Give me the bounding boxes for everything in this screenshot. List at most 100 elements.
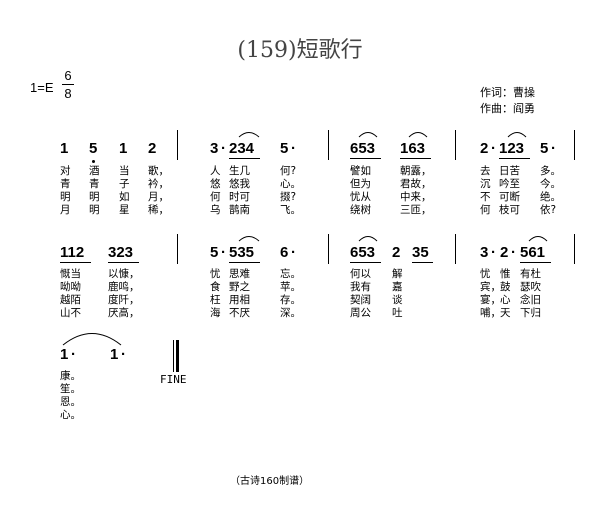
- lyric: 鹊南: [229, 204, 250, 216]
- lyric: 如: [119, 191, 130, 203]
- lyric: 天: [500, 307, 511, 319]
- lyric: 明: [89, 204, 100, 216]
- note: 1: [110, 346, 119, 363]
- barline: [328, 130, 329, 160]
- lyric: 心: [500, 294, 511, 306]
- time-signature-divider: [62, 84, 74, 85]
- lyric: 鹿鸣，: [108, 281, 140, 293]
- lyric: 谈: [392, 294, 403, 306]
- slur: [358, 236, 378, 242]
- lyric: 时可: [229, 191, 250, 203]
- lyric: 存。: [280, 294, 301, 306]
- dot-symbol: ·: [511, 244, 516, 261]
- dot-symbol: ·: [221, 140, 226, 157]
- lyric: 心。: [60, 409, 81, 421]
- lyric: 不厌: [229, 307, 250, 319]
- lyric: 绕树: [350, 204, 371, 216]
- lyric: 枝可: [499, 204, 520, 216]
- lyric: 忧从: [350, 191, 371, 203]
- lyric: 譬如: [350, 165, 371, 177]
- lyric: 日苦: [499, 165, 520, 177]
- note: 2: [148, 140, 157, 157]
- lyric: 周公: [350, 307, 371, 319]
- slur: [238, 132, 260, 138]
- lyric: 海: [210, 307, 221, 319]
- beam-line: [412, 262, 433, 263]
- lyric: 不: [480, 191, 491, 203]
- lyric: 惟: [500, 268, 511, 280]
- slur: [408, 132, 428, 138]
- lyric: 我有: [350, 281, 371, 293]
- note: 5: [210, 244, 219, 261]
- lyric: 有杜: [520, 268, 541, 280]
- note-group: 163: [400, 140, 426, 157]
- beam-line: [350, 158, 381, 159]
- lyric: 何?: [280, 165, 297, 177]
- lyric: 君故，: [400, 178, 432, 190]
- beam-line: [229, 262, 260, 263]
- lyric: 但为: [350, 178, 371, 190]
- lyric: 恩。: [60, 396, 81, 408]
- note-group: 123: [499, 140, 525, 157]
- beam-line: [400, 158, 431, 159]
- dot-symbol: ·: [71, 346, 76, 363]
- lyric: 吐: [392, 307, 403, 319]
- note: 1: [60, 140, 69, 157]
- dot-symbol: ·: [291, 244, 296, 261]
- lyric: 今。: [540, 178, 561, 190]
- lyric: 野之: [229, 281, 250, 293]
- lyric: 念旧: [520, 294, 541, 306]
- lyric: 何以: [350, 268, 371, 280]
- barline: [574, 234, 575, 264]
- lyric: 心。: [280, 178, 301, 190]
- lyric: 何: [210, 191, 221, 203]
- beam-line: [108, 262, 139, 263]
- note: 3: [210, 140, 219, 157]
- lyric: 鼓: [500, 281, 511, 293]
- note: 1: [60, 346, 69, 363]
- lyric: 青: [89, 178, 100, 190]
- footer-note: （古诗160制谱）: [230, 476, 310, 487]
- note: 5: [89, 140, 98, 157]
- note-group: 112: [60, 244, 85, 261]
- lyric: 下归: [520, 307, 541, 319]
- note-group: 535: [229, 244, 255, 261]
- note: 5: [540, 140, 549, 157]
- lyric: 月，: [148, 191, 169, 203]
- barline: [177, 234, 178, 264]
- lyric: 绝。: [540, 191, 561, 203]
- lyric: 枉: [210, 294, 221, 306]
- note: 1: [119, 140, 128, 157]
- lyric: 山不: [60, 307, 81, 319]
- note: 3: [480, 244, 489, 261]
- lyric: 思难: [229, 268, 250, 280]
- lyric: 明: [89, 191, 100, 203]
- time-signature-numerator: 6: [64, 68, 72, 83]
- lyric: 青: [60, 178, 71, 190]
- dot-symbol: ·: [491, 244, 496, 261]
- note: 5: [280, 140, 289, 157]
- lyric: 稀，: [148, 204, 169, 216]
- lyric: 乌: [210, 204, 221, 216]
- note: 2: [392, 244, 401, 261]
- slur: [358, 132, 378, 138]
- lyric: 苹。: [280, 281, 301, 293]
- beam-line: [60, 262, 91, 263]
- lower-octave-dot: [92, 160, 95, 163]
- lyric: 哺，: [480, 307, 501, 319]
- lyric: 三匝，: [400, 204, 432, 216]
- final-barline-thick: [176, 340, 179, 372]
- note-group: 561: [520, 244, 546, 261]
- lyric: 忘。: [280, 268, 301, 280]
- slur: [507, 132, 527, 138]
- lyric: 中来，: [400, 191, 432, 203]
- lyric: 朝露，: [400, 165, 432, 177]
- note-group: 653: [350, 140, 376, 157]
- dot-symbol: ·: [291, 140, 296, 157]
- lyric: 宴，: [480, 294, 501, 306]
- lyric: 康。: [60, 370, 81, 382]
- lyric: 嘉: [392, 281, 403, 293]
- dot-symbol: ·: [491, 140, 496, 157]
- lyric: 沉: [480, 178, 491, 190]
- lyric: 瑟吹: [520, 281, 541, 293]
